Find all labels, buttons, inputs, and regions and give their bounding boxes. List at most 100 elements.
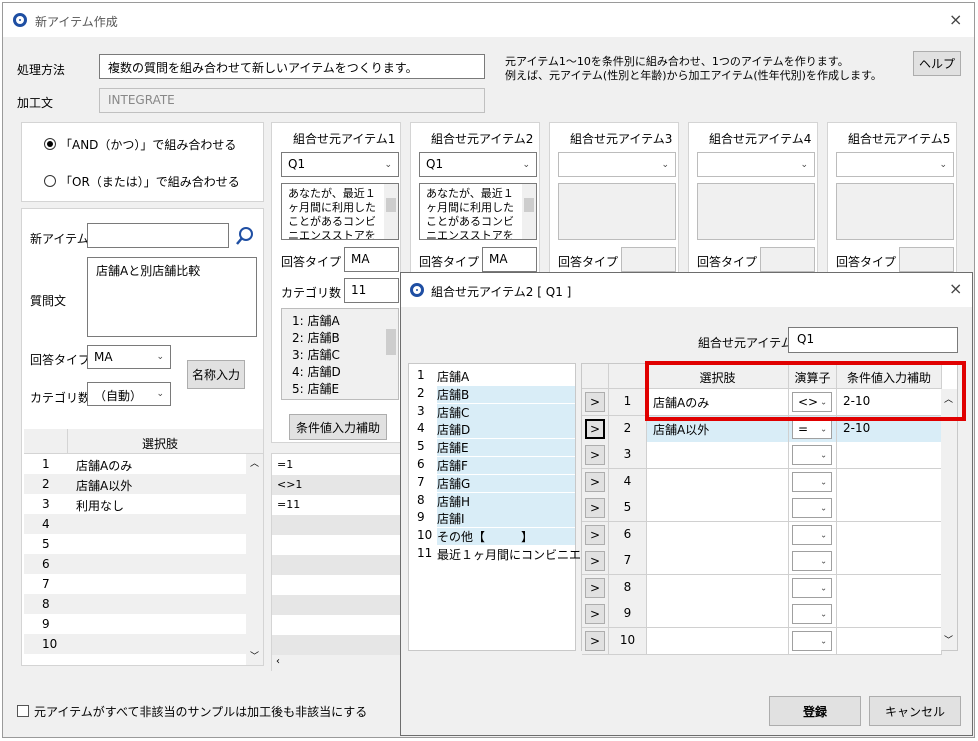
grid-assist-cell[interactable] — [837, 468, 942, 496]
name-input-button[interactable]: 名称入力 — [187, 360, 245, 389]
dialog-list-item[interactable]: 3 店舗C — [409, 402, 575, 421]
operator-select[interactable]: ⌄ — [792, 630, 832, 651]
choice-row[interactable]: 9 — [24, 614, 246, 634]
condition-row[interactable] — [272, 595, 402, 615]
condition-row[interactable]: <>1 — [272, 475, 402, 495]
choice-row[interactable]: 10 — [24, 634, 246, 654]
dialog-list-item[interactable]: 5 店舗E — [409, 437, 575, 457]
question-scrollbar[interactable] — [384, 184, 398, 239]
grid-choice-cell[interactable] — [647, 468, 789, 496]
grid-assist-cell[interactable] — [837, 442, 942, 469]
condition-row[interactable]: =1 — [272, 455, 402, 475]
condition-row[interactable]: =11 — [272, 495, 402, 515]
source-item-select[interactable]: ⌄ — [836, 152, 954, 177]
row-arrow-button[interactable]: > — [585, 418, 605, 439]
row-arrow-button[interactable]: > — [585, 498, 605, 518]
grid-choice-cell[interactable] — [647, 601, 789, 628]
grid-assist-cell[interactable] — [837, 548, 942, 575]
condition-row[interactable] — [272, 515, 402, 535]
choice-row[interactable]: 5 — [24, 534, 246, 554]
row-arrow-button[interactable]: > — [585, 392, 605, 412]
dialog-list-item[interactable]: 4 店舗D — [409, 419, 575, 439]
row-arrow-button[interactable]: > — [585, 551, 605, 571]
answer-type-select[interactable]: MA ⌄ — [87, 345, 171, 369]
dialog-grid-scrollbar[interactable]: ︿ ﹀ — [941, 389, 957, 650]
scroll-down-icon[interactable]: ﹀ — [250, 649, 259, 662]
condition-assist-button[interactable]: 条件値入力補助 — [289, 414, 387, 440]
scroll-thumb[interactable] — [386, 329, 396, 355]
dialog-close-button[interactable]: × — [949, 279, 962, 298]
dialog-list-item[interactable]: 6 店舗F — [409, 455, 575, 474]
source-item-select[interactable]: ⌄ — [558, 152, 676, 177]
operator-select[interactable]: ⌄ — [792, 604, 832, 624]
dialog-list-item[interactable]: 10 その他【 】 — [409, 526, 575, 546]
condition-row[interactable] — [272, 615, 402, 635]
operator-select[interactable]: ⌄ — [792, 445, 832, 465]
choice-row[interactable]: 6 — [24, 554, 246, 574]
condition-row[interactable] — [272, 555, 402, 575]
condition-row[interactable] — [272, 535, 402, 555]
dialog-list-item[interactable]: 2 店舗B — [409, 384, 575, 403]
grid-assist-cell[interactable] — [837, 601, 942, 628]
cancel-button[interactable]: キャンセル — [869, 696, 961, 726]
choice-row[interactable]: 2 店舗A以外 — [24, 474, 246, 494]
row-arrow-button[interactable]: > — [585, 577, 605, 598]
search-icon[interactable] — [234, 225, 256, 247]
row-arrow-button[interactable]: > — [585, 524, 605, 545]
operator-select[interactable]: ⌄ — [792, 498, 832, 518]
dialog-list-item[interactable]: 1 店舗A — [409, 366, 575, 384]
grid-assist-cell[interactable] — [837, 521, 942, 549]
grid-choice-cell[interactable] — [647, 495, 789, 522]
scroll-down-icon[interactable]: ﹀ — [944, 633, 953, 646]
category-scrollbar[interactable] — [384, 309, 398, 399]
grid-assist-cell[interactable] — [837, 574, 942, 602]
new-item-input[interactable] — [87, 223, 229, 248]
grid-assist-cell[interactable] — [837, 495, 942, 522]
grid-choice-cell[interactable] — [647, 442, 789, 469]
dialog-list-item[interactable]: 7 店舗G — [409, 473, 575, 492]
row-arrow-button[interactable]: > — [585, 604, 605, 624]
scroll-thumb[interactable] — [386, 198, 396, 212]
choice-row[interactable]: 3 利用なし — [24, 494, 246, 514]
scroll-up-icon[interactable]: ︿ — [250, 456, 259, 469]
grid-choice-cell[interactable] — [647, 627, 789, 655]
register-button[interactable]: 登録 — [769, 696, 861, 726]
source-item-select[interactable]: ⌄ — [697, 152, 815, 177]
choice-row[interactable]: 4 — [24, 514, 246, 534]
operator-select[interactable]: ⌄ — [792, 471, 832, 492]
dialog-list-item[interactable]: 8 店舗H — [409, 491, 575, 510]
operator-select[interactable]: ⌄ — [792, 577, 832, 598]
and-radio[interactable] — [44, 138, 56, 150]
row-arrow-button[interactable]: > — [585, 471, 605, 492]
grid-choice-cell[interactable] — [647, 548, 789, 575]
choice-row[interactable]: 8 — [24, 594, 246, 614]
operator-select[interactable]: ⌄ — [792, 524, 832, 545]
condition-row[interactable] — [272, 575, 402, 595]
method-field[interactable]: 複数の質問を組み合わせて新しいアイテムをつくります。 — [99, 54, 485, 79]
dialog-field[interactable]: Q1 — [788, 327, 958, 353]
row-arrow-button[interactable]: > — [585, 630, 605, 651]
dialog-list-item[interactable]: 11 最近１ヶ月間にコンビニエンス — [409, 544, 605, 562]
grid-choice-cell[interactable] — [647, 574, 789, 602]
row-arrow-button[interactable]: > — [585, 445, 605, 465]
choices-scrollbar[interactable]: ︿ ﹀ — [246, 454, 263, 665]
operator-select[interactable]: ⌄ — [792, 551, 832, 571]
operator-select[interactable]: = ⌄ — [792, 418, 832, 439]
source-item-select[interactable]: Q1 ⌄ — [419, 152, 537, 177]
condition-row[interactable] — [272, 635, 402, 655]
choice-row[interactable]: 7 — [24, 574, 246, 594]
exclude-checkbox[interactable] — [17, 705, 29, 717]
choice-row[interactable]: 1 店舗Aのみ — [24, 454, 246, 474]
window-close-button[interactable]: × — [949, 10, 962, 29]
or-radio[interactable] — [44, 175, 56, 187]
scroll-thumb[interactable] — [524, 198, 534, 212]
help-button[interactable]: ヘルプ — [913, 51, 961, 76]
scroll-left-icon[interactable]: ‹ — [276, 656, 280, 667]
grid-assist-cell[interactable] — [837, 627, 942, 655]
conditions-hscrollbar[interactable]: ‹ — [272, 655, 403, 671]
category-count-select[interactable]: （自動） ⌄ — [87, 382, 171, 406]
question-textarea[interactable]: 店舗Aと別店舗比較 — [87, 257, 257, 337]
question-scrollbar[interactable] — [522, 184, 536, 239]
grid-choice-cell[interactable] — [647, 521, 789, 549]
dialog-list-item[interactable]: 9 店舗I — [409, 508, 575, 528]
